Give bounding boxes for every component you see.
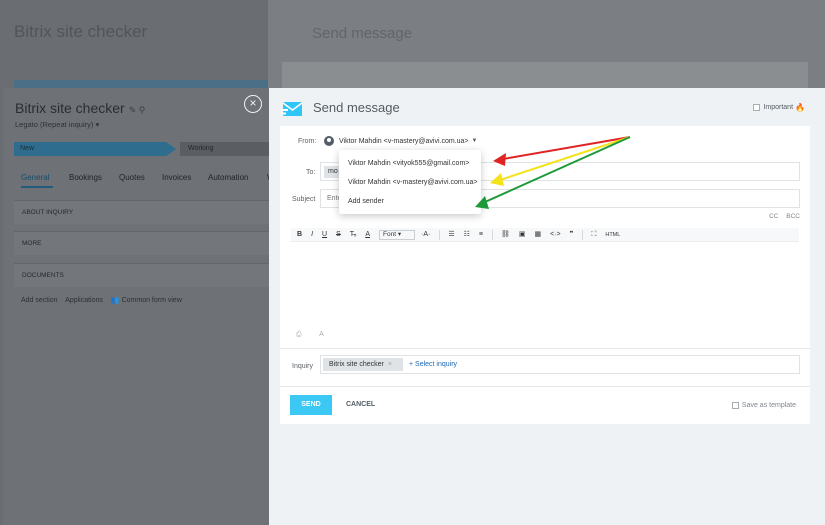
clear-format-icon[interactable]: T̶ₓ [350,228,357,242]
toolbar-separator [582,229,584,240]
sender-selector[interactable]: Viktor Mahdin <v-mastery@avivi.com.ua> ▼ [324,136,477,146]
slider-title: Send message [313,100,400,115]
tab-bookings[interactable]: Bookings [69,173,102,182]
bcc-link[interactable]: BCC [786,213,800,220]
send-button[interactable]: SEND [290,395,332,415]
toolbar-separator [492,229,493,240]
cc-bcc-links: CC BCC [763,213,800,220]
subject-label: Subject [292,196,316,203]
background-title: Bitrix site checker [14,22,148,41]
editor-bottom-bar: ⎙ A [296,331,340,339]
bullet-list-icon[interactable]: ☷ [464,228,470,242]
deal-title: Bitrix site checker ✎ ⚲ [15,100,146,116]
section-more[interactable]: MORE [14,231,272,255]
format-text-icon[interactable]: A [319,331,324,338]
sender-option-gmail[interactable]: Viktor Mahdin <vityok555@gmail.com> [348,160,469,167]
save-template-toggle[interactable]: Save as template [731,402,796,409]
divider [280,348,810,349]
edit-icon[interactable]: ✎ ⚲ [129,105,146,115]
tab-quotes[interactable]: Quotes [119,173,145,182]
to-label: To: [306,169,316,176]
editor-toolbar: B I U S T̶ₓ A Font ▾ ·A· ☰ ☷ ≡ ⛓ ▣ ▦ <·>… [291,228,799,242]
deal-subtitle[interactable]: Legato (Repeat inquiry) ▾ [15,120,99,129]
sender-option-avivi[interactable]: Viktor Mahdin <v-mastery@avivi.com.ua> [348,179,478,186]
html-mode-button[interactable]: HTML [605,228,620,242]
section-about-inquiry[interactable]: ABOUT INQUIRY [14,200,272,224]
fire-icon: 🔥 [795,103,805,112]
font-select[interactable]: Font ▾ [379,229,415,240]
important-checkbox[interactable] [753,104,761,111]
link-icon[interactable]: ⛓ [501,228,510,242]
fullscreen-icon[interactable]: ⛶ [591,228,596,242]
background-header: Send message [268,0,825,90]
from-label: From: [298,138,317,145]
quote-icon[interactable]: ❞ [570,228,574,242]
important-toggle[interactable]: Important 🔥 [753,103,805,112]
slider-header: Send message Important 🔥 [269,88,825,126]
text-color-icon[interactable]: A [365,228,370,242]
tab-invoices[interactable]: Invoices [162,173,191,182]
font-size-icon[interactable]: ·A· [421,228,430,242]
cc-link[interactable]: CC [769,213,778,220]
image-icon[interactable]: ▣ [519,228,526,242]
align-icon[interactable]: ≡ [479,228,483,242]
stage-working[interactable]: Working [180,142,272,156]
select-inquiry-link[interactable]: + Select inquiry [409,361,457,368]
underline-icon[interactable]: U [322,228,327,242]
background-slider-title: Send message [312,25,413,42]
tab-automation[interactable]: Automation [208,173,248,182]
tab-general[interactable]: General [21,173,49,182]
background-card [282,62,808,90]
inquiry-label: Inquiry [292,363,314,370]
inquiry-chip[interactable]: Bitrix site checker × [323,358,403,371]
strikethrough-icon[interactable]: S [336,228,341,242]
common-form-view-link[interactable]: Common form view [122,297,182,304]
stage-bar: New Working [14,142,272,156]
close-slider-button[interactable]: × [244,95,262,113]
italic-icon[interactable]: I [311,228,313,242]
avatar [324,136,334,146]
numbered-list-icon[interactable]: ☰ [448,228,454,242]
crm-card-panel: Bitrix site checker ✎ ⚲ Legato (Repeat in… [3,88,275,525]
section-documents[interactable]: DOCUMENTS [14,263,272,287]
chevron-down-icon: ▼ [471,138,478,144]
inquiry-field[interactable]: Bitrix site checker × + Select inquiry [320,355,800,374]
cancel-button[interactable]: CANCEL [346,401,375,408]
envelope-icon [281,102,303,116]
active-tab-underline [21,186,53,188]
stage-new[interactable]: New [14,142,176,156]
remove-chip-icon[interactable]: × [388,361,392,368]
form-footer: SEND CANCEL Save as template [280,386,810,424]
table-icon[interactable]: ▦ [535,228,542,242]
users-icon: 👥 [110,297,120,304]
sender-dropdown: Viktor Mahdin <vityok555@gmail.com> Vikt… [339,150,481,214]
attach-file-icon[interactable]: ⎙ [296,331,302,338]
save-template-checkbox[interactable] [731,402,739,409]
code-icon[interactable]: <·> [550,228,561,242]
add-section-link[interactable]: Add section [21,297,58,304]
toolbar-separator [439,229,441,240]
applications-link[interactable]: Applications [65,297,103,304]
add-sender-option[interactable]: Add sender [348,198,384,205]
bold-icon[interactable]: B [297,228,302,242]
card-footer-links: Add section Applications 👥 Common form vi… [21,296,188,304]
